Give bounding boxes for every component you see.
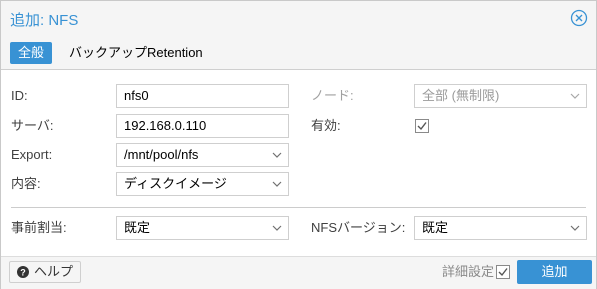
content-value: ディスクイメージ	[124, 176, 227, 191]
add-button[interactable]: 追加	[517, 260, 592, 284]
id-input[interactable]: nfs0	[116, 84, 289, 108]
nfs-version-select[interactable]: 既定	[414, 216, 587, 240]
chevron-down-icon	[272, 152, 282, 158]
tab-bar: 全般 バックアップRetention	[1, 37, 596, 70]
export-label: Export:	[11, 147, 53, 162]
chevron-down-icon	[570, 93, 580, 99]
tab-backup-retention[interactable]: バックアップRetention	[69, 42, 203, 64]
enabled-label: 有効:	[311, 118, 341, 133]
advanced-checkbox[interactable]	[496, 265, 510, 279]
export-select[interactable]: /mnt/pool/nfs	[116, 143, 289, 167]
content-label: 内容:	[11, 176, 41, 191]
help-label: ヘルプ	[34, 264, 74, 279]
close-icon[interactable]	[570, 9, 588, 27]
server-input[interactable]: 192.168.0.110	[116, 114, 289, 138]
dialog-footer: ? ヘルプ 詳細設定 追加	[1, 256, 596, 289]
general-panel: ID: nfs0 サーバ: 192.168.0.110 Export: /mnt…	[1, 70, 596, 256]
chevron-down-icon	[272, 181, 282, 187]
chevron-down-icon	[570, 225, 580, 231]
node-value: 全部 (無制限)	[422, 88, 500, 103]
tab-general[interactable]: 全般	[10, 42, 52, 64]
nfs-version-value: 既定	[422, 220, 449, 235]
preallocation-value: 既定	[124, 220, 151, 235]
content-select[interactable]: ディスクイメージ	[116, 172, 289, 196]
nfs-version-label: NFSバージョン:	[311, 220, 406, 235]
enabled-checkbox[interactable]	[415, 119, 429, 133]
svg-text:?: ?	[20, 267, 26, 277]
divider	[11, 207, 586, 208]
advanced-label: 詳細設定	[442, 264, 495, 279]
dialog-titlebar: 追加: NFS	[1, 1, 596, 37]
dialog-title: 追加: NFS	[10, 12, 79, 29]
server-label: サーバ:	[11, 118, 54, 133]
help-button[interactable]: ? ヘルプ	[9, 261, 81, 283]
chevron-down-icon	[272, 225, 282, 231]
preallocation-select[interactable]: 既定	[116, 216, 289, 240]
preallocation-label: 事前割当:	[11, 220, 67, 235]
export-value: /mnt/pool/nfs	[124, 147, 199, 162]
node-label: ノード:	[311, 88, 354, 103]
node-select[interactable]: 全部 (無制限)	[414, 84, 587, 108]
question-circle-icon: ?	[17, 266, 29, 278]
id-label: ID:	[11, 88, 28, 103]
add-nfs-dialog: 追加: NFS 全般 バックアップRetention ID: nfs0 サーバ:…	[0, 0, 597, 289]
